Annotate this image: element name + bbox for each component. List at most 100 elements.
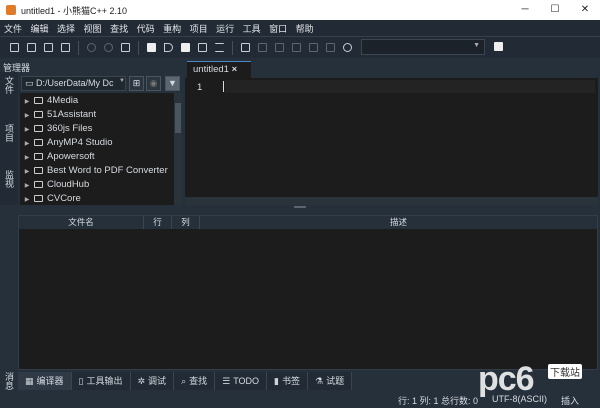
side-tab-watch[interactable]: 监视 bbox=[2, 170, 16, 188]
minimize-button[interactable]: ─ bbox=[510, 0, 540, 20]
folder-icon bbox=[34, 153, 43, 160]
tree-item[interactable]: ▶ CVCore bbox=[20, 192, 81, 206]
side-tab-files[interactable]: 文件 bbox=[2, 76, 16, 94]
folder-path: D:/UserData/My Dc bbox=[36, 78, 114, 88]
search-icon: ⌕ bbox=[181, 376, 187, 386]
scrollbar-thumb[interactable] bbox=[175, 103, 181, 133]
folder-icon bbox=[34, 195, 43, 202]
back-icon[interactable] bbox=[87, 43, 96, 52]
tab-search[interactable]: ⌕ 查找 bbox=[174, 372, 216, 390]
folder-icon bbox=[34, 139, 43, 146]
menu-tools[interactable]: 工具 bbox=[243, 22, 261, 35]
left-side-tabs: 文件 项目 监视 bbox=[0, 72, 18, 205]
tab-compiler[interactable]: ▦ 编译器 bbox=[18, 372, 72, 390]
tree-item[interactable]: ▶ 4Media bbox=[20, 94, 78, 108]
folder-icon bbox=[34, 181, 43, 188]
tab-tool-output[interactable]: ▯ 工具输出 bbox=[71, 372, 131, 390]
compile-icon[interactable] bbox=[147, 43, 156, 52]
toolbar bbox=[0, 36, 600, 58]
menu-file[interactable]: 文件 bbox=[4, 22, 22, 35]
chevron-down-icon: ▼ bbox=[119, 78, 125, 84]
side-tab-project[interactable]: 项目 bbox=[2, 124, 16, 142]
rebuild-icon[interactable] bbox=[198, 43, 207, 52]
menu-window[interactable]: 窗口 bbox=[269, 22, 287, 35]
filter-button[interactable]: ▼ bbox=[165, 76, 180, 91]
menu-find[interactable]: 查找 bbox=[110, 22, 128, 35]
tab-problems[interactable]: ⚗ 试题 bbox=[308, 372, 353, 390]
current-line-highlight bbox=[225, 80, 595, 93]
save-all-icon[interactable] bbox=[61, 43, 70, 52]
continue-icon[interactable] bbox=[309, 43, 318, 52]
fullscreen-icon[interactable] bbox=[121, 43, 130, 52]
tab-debug[interactable]: ✲ 调试 bbox=[130, 372, 175, 390]
messages-table: 文件名 行 列 描述 bbox=[18, 215, 598, 370]
menu-edit[interactable]: 编辑 bbox=[31, 22, 49, 35]
folder-icon bbox=[34, 125, 43, 132]
column-line[interactable]: 行 bbox=[144, 216, 172, 229]
encoding[interactable]: UTF-8(ASCII) bbox=[492, 394, 547, 404]
menu-run[interactable]: 运行 bbox=[216, 22, 234, 35]
tree-item[interactable]: ▶ AnyMP4 Studio bbox=[20, 136, 113, 150]
splitter-handle[interactable] bbox=[294, 206, 306, 208]
open-folder-button[interactable]: ⊞ bbox=[129, 76, 144, 91]
options-icon[interactable] bbox=[215, 43, 224, 52]
line-number: 1 bbox=[197, 82, 203, 93]
step-into-icon[interactable] bbox=[275, 43, 284, 52]
list-icon: ☰ bbox=[222, 376, 231, 386]
toolbar-separator bbox=[78, 40, 79, 55]
menu-bar: 文件 编辑 选择 视图 查找 代码 重构 项目 运行 工具 窗口 帮助 bbox=[0, 20, 600, 36]
debug-icon[interactable] bbox=[241, 43, 250, 52]
close-button[interactable]: ✕ bbox=[570, 0, 600, 20]
bottom-tabs: ▦ 编译器 ▯ 工具输出 ✲ 调试 ⌕ 查找 ☰ TODO ▮ 书签 ⚗ 试题 bbox=[18, 372, 353, 390]
chevron-down-icon: ▼ bbox=[473, 42, 480, 49]
column-filename[interactable]: 文件名 bbox=[19, 216, 144, 229]
step-out-icon[interactable] bbox=[292, 43, 301, 52]
column-description[interactable]: 描述 bbox=[200, 216, 597, 229]
menu-view[interactable]: 视图 bbox=[84, 22, 102, 35]
editor-hscrollbar[interactable] bbox=[185, 197, 598, 205]
layout-icon[interactable] bbox=[494, 42, 503, 51]
folder-icon bbox=[34, 97, 43, 104]
menu-help[interactable]: 帮助 bbox=[296, 22, 314, 35]
toolbar-separator bbox=[138, 40, 139, 55]
folder-path-select[interactable]: ▭ D:/UserData/My Dc bbox=[21, 76, 126, 91]
insert-mode: 插入 bbox=[561, 396, 580, 406]
step-over-icon[interactable] bbox=[258, 43, 267, 52]
menu-select[interactable]: 选择 bbox=[57, 22, 75, 35]
compile-run-icon[interactable] bbox=[181, 43, 190, 52]
tree-item[interactable]: ▶ 360js Files bbox=[20, 122, 93, 136]
editor-tab-untitled1[interactable]: untitled1 × bbox=[187, 61, 251, 78]
stop-icon[interactable] bbox=[326, 43, 335, 52]
run-icon[interactable] bbox=[164, 43, 173, 52]
tree-item[interactable]: ▶ Apowersoft bbox=[20, 150, 95, 164]
column-col[interactable]: 列 bbox=[172, 216, 200, 229]
tool-output-icon: ▯ bbox=[78, 376, 84, 386]
tab-bookmarks[interactable]: ▮ 书签 bbox=[267, 372, 309, 390]
menu-project[interactable]: 项目 bbox=[190, 22, 208, 35]
title-bar: untitled1 - 小熊猫C++ 2.10 ─ ☐ ✕ bbox=[0, 0, 600, 20]
tree-item[interactable]: ▶ CloudHub bbox=[20, 178, 90, 192]
table-header: 文件名 行 列 描述 bbox=[19, 216, 597, 229]
watermark-badge: 下载站 bbox=[548, 364, 582, 379]
app-logo-icon bbox=[6, 5, 16, 15]
compiler-set-select[interactable]: ▼ bbox=[361, 39, 485, 55]
tab-todo[interactable]: ☰ TODO bbox=[215, 372, 268, 390]
menu-refactor[interactable]: 重构 bbox=[163, 22, 181, 35]
side-tab-messages[interactable]: 消息 bbox=[2, 372, 16, 390]
code-editor[interactable]: 1 bbox=[185, 78, 598, 205]
tree-item[interactable]: ▶ 51Assistant bbox=[20, 108, 96, 122]
add-watch-icon[interactable] bbox=[343, 43, 352, 52]
tree-scrollbar[interactable] bbox=[174, 93, 182, 205]
new-file-icon[interactable] bbox=[10, 43, 19, 52]
save-icon[interactable] bbox=[44, 43, 53, 52]
cursor-position: 行: 1 列: 1 总行数: 0 bbox=[398, 396, 479, 406]
folder-icon bbox=[34, 111, 43, 118]
file-tree: ▶ 4Media ▶ 51Assistant ▶ 360js Files ▶ AnyMP… bbox=[20, 93, 182, 205]
menu-code[interactable]: 代码 bbox=[137, 22, 155, 35]
locate-button[interactable]: ◉ bbox=[146, 76, 161, 91]
forward-icon[interactable] bbox=[104, 43, 113, 52]
tree-item[interactable]: ▶ Best Word to PDF Converter bbox=[20, 164, 168, 178]
tab-close-icon[interactable]: × bbox=[232, 64, 238, 75]
open-file-icon[interactable] bbox=[27, 43, 36, 52]
maximize-button[interactable]: ☐ bbox=[540, 0, 570, 20]
